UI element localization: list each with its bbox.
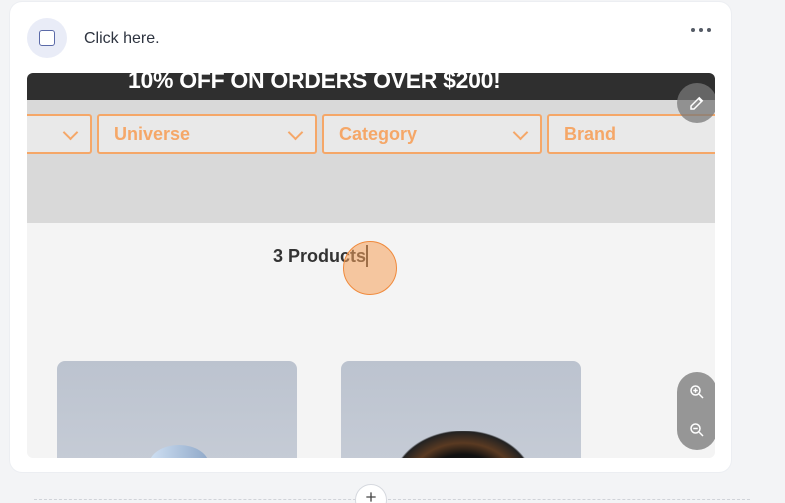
step-screenshot: 10% OFF ON ORDERS OVER $200! Universe Ca… [27,73,715,458]
product-image [393,431,533,458]
step-card: Click here. 10% OFF ON ORDERS OVER $200!… [10,2,731,472]
filter-select-universe: Universe [97,114,317,154]
step-checkbox[interactable] [39,30,55,46]
chevron-down-icon [512,124,529,141]
product-card [57,361,297,458]
step-instruction[interactable]: Click here. [84,30,160,48]
zoom-controls [677,372,715,450]
divider [34,499,750,500]
zoom-in-button[interactable] [677,372,715,411]
product-card [341,361,581,458]
more-options-icon[interactable] [691,22,711,38]
product-image [149,445,209,458]
filter-select-partial [27,114,92,154]
chevron-down-icon [62,124,79,141]
filter-select-category: Category [322,114,542,154]
click-target-marker[interactable] [343,241,397,295]
edit-button[interactable] [677,83,715,123]
plus-icon [366,492,376,502]
promo-banner: 10% OFF ON ORDERS OVER $200! [27,73,715,100]
zoom-out-button[interactable] [677,410,715,449]
zoom-out-icon [690,422,704,437]
pencil-icon [690,96,704,110]
chevron-down-icon [287,124,304,141]
promo-banner-text: 10% OFF ON ORDERS OVER $200! [128,73,501,93]
add-step-button[interactable] [355,484,387,503]
zoom-in-icon [690,384,704,399]
step-checkbox-wrapper[interactable] [27,18,67,58]
